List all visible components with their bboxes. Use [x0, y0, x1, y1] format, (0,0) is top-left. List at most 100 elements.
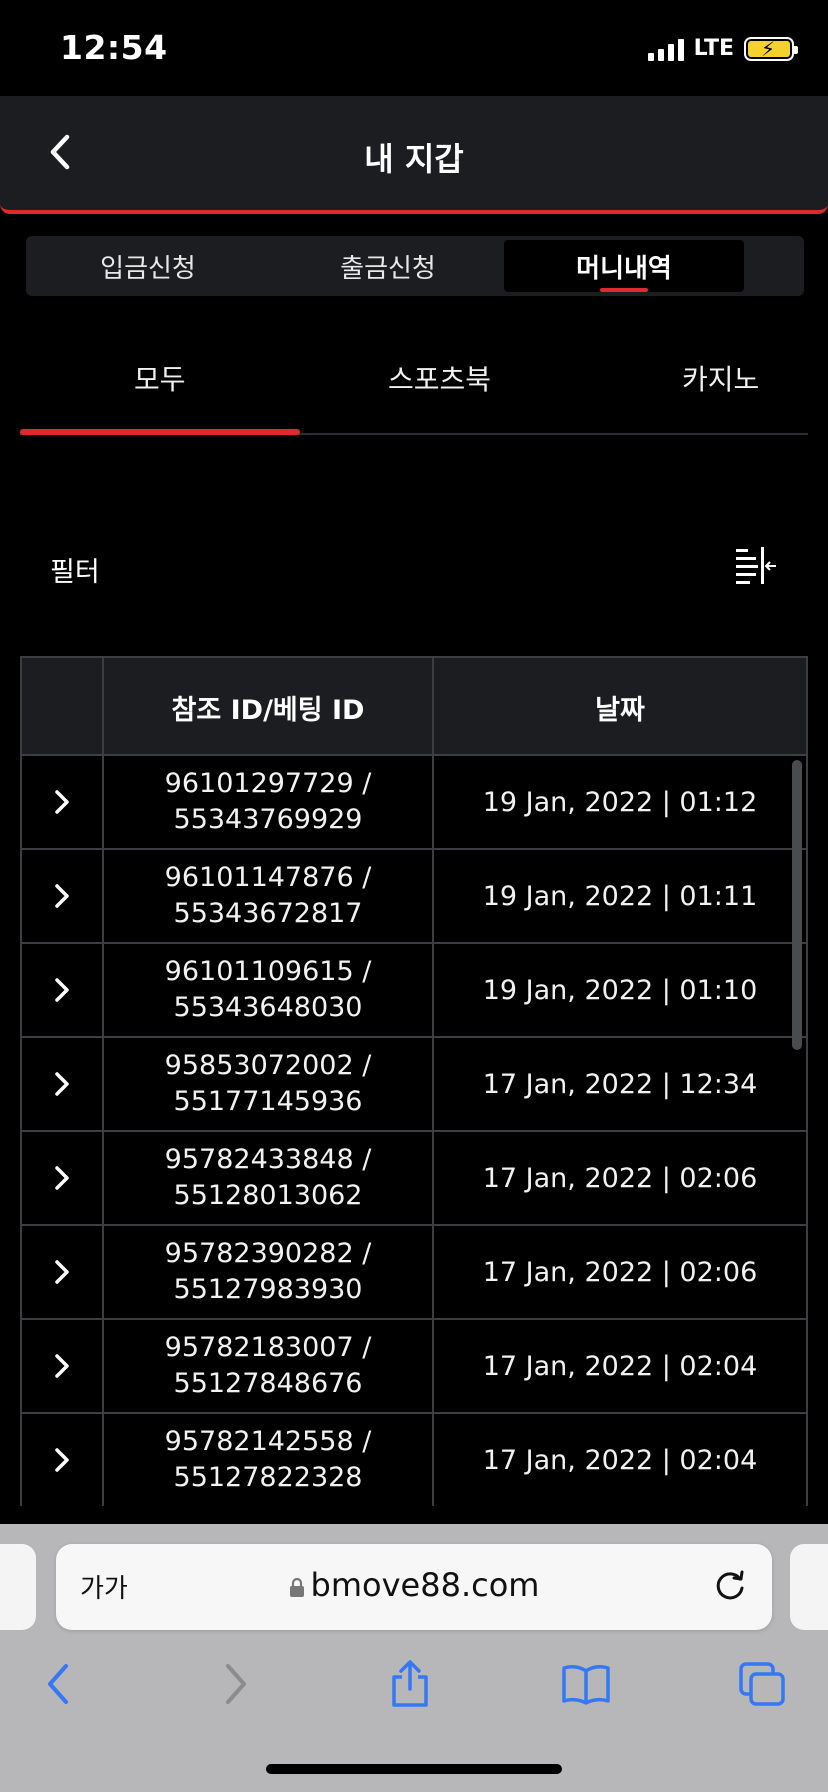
- filter-toggle-icon[interactable]: [734, 545, 778, 585]
- date-cell: 19 Jan, 2022 | 01:12: [482, 786, 758, 818]
- bookmarks-book-icon: [562, 1665, 610, 1705]
- table-row[interactable]: 95782183007 / 55127848676 17 Jan, 2022 | …: [22, 1320, 806, 1414]
- status-time: 12:54: [60, 28, 168, 67]
- previous-tab-peek[interactable]: [0, 1544, 36, 1630]
- ref-id: 95782142558 /: [164, 1426, 372, 1457]
- reload-icon[interactable]: [710, 1566, 750, 1606]
- ref-bet-id-cell: 95782142558 / 55127822328: [104, 1414, 432, 1506]
- transaction-table: 참조 ID/베팅 ID 날짜 96101297729 / 55343769929 …: [20, 656, 808, 1506]
- chevron-right-icon: [55, 1354, 69, 1378]
- ref-id: 96101147876 /: [164, 862, 372, 893]
- bet-id: 55127848676: [173, 1368, 363, 1399]
- tab-casino[interactable]: 카지노: [682, 358, 759, 398]
- expand-row-button[interactable]: [22, 1320, 102, 1412]
- table-row[interactable]: 95782433848 / 55128013062 17 Jan, 2022 | …: [22, 1132, 806, 1226]
- chevron-right-icon: [55, 1260, 69, 1284]
- page-header: 내 지갑: [0, 96, 828, 214]
- table-header: 참조 ID/베팅 ID 날짜: [22, 656, 806, 756]
- tab-money-history[interactable]: 머니내역: [504, 240, 744, 292]
- address-bar[interactable]: 가가 bmove88.com: [56, 1544, 772, 1630]
- table-row[interactable]: 95782390282 / 55127983930 17 Jan, 2022 | …: [22, 1226, 806, 1320]
- ref-bet-id-cell: 95782183007 / 55127848676: [104, 1320, 432, 1412]
- ref-id: 95782390282 /: [164, 1238, 372, 1269]
- url-display[interactable]: bmove88.com: [56, 1566, 772, 1604]
- ref-bet-id-cell: 95782390282 / 55127983930: [104, 1226, 432, 1318]
- browser-forward-button[interactable]: [206, 1654, 266, 1714]
- bet-id: 55343672817: [173, 898, 363, 929]
- date-cell: 17 Jan, 2022 | 02:06: [482, 1256, 758, 1288]
- expand-row-button[interactable]: [22, 944, 102, 1036]
- tabs-icon: [739, 1662, 785, 1706]
- chevron-right-icon: [55, 790, 69, 814]
- tabs-button[interactable]: [732, 1654, 792, 1714]
- date-cell: 19 Jan, 2022 | 01:11: [482, 880, 758, 912]
- expand-row-button[interactable]: [22, 1038, 102, 1130]
- expand-row-button[interactable]: [22, 1414, 102, 1506]
- share-button[interactable]: [380, 1654, 440, 1714]
- cellular-signal-icon: [647, 37, 684, 61]
- active-tab-underline: [600, 288, 648, 292]
- date-cell: 17 Jan, 2022 | 02:04: [482, 1350, 758, 1382]
- chevron-left-icon: [48, 1664, 68, 1704]
- column-header-expand: [22, 658, 102, 756]
- ref-bet-id-cell: 95782433848 / 55128013062: [104, 1132, 432, 1224]
- browser-toolbar: 가가 bmove88.com: [0, 1524, 828, 1792]
- bet-id: 55127822328: [173, 1462, 363, 1493]
- expand-row-button[interactable]: [22, 1132, 102, 1224]
- ref-bet-id-cell: 95853072002 / 55177145936: [104, 1038, 432, 1130]
- bet-id: 55343769929: [173, 804, 363, 835]
- column-header-date: 날짜: [595, 694, 645, 726]
- ref-id: 96101109615 /: [164, 956, 372, 987]
- chevron-right-icon: [55, 1072, 69, 1096]
- browser-back-button[interactable]: [28, 1654, 88, 1714]
- tab-withdraw-request[interactable]: 출금신청: [270, 240, 506, 292]
- lock-icon: [289, 1577, 304, 1597]
- chevron-right-icon: [226, 1664, 246, 1704]
- ref-id: 96101297729 /: [164, 768, 372, 799]
- battery-charging-icon: ⚡: [744, 36, 798, 61]
- expand-row-button[interactable]: [22, 1226, 102, 1318]
- chevron-right-icon: [55, 1166, 69, 1190]
- tab-all[interactable]: 모두: [134, 358, 186, 398]
- status-bar: 12:54 LTE ⚡: [0, 0, 828, 96]
- ref-id: 95782433848 /: [164, 1144, 372, 1175]
- table-row[interactable]: 95782142558 / 55127822328 17 Jan, 2022 | …: [22, 1414, 806, 1506]
- chevron-right-icon: [55, 884, 69, 908]
- column-header-ref-id: 참조 ID/베팅 ID: [171, 694, 365, 726]
- table-row[interactable]: 95853072002 / 55177145936 17 Jan, 2022 | …: [22, 1038, 806, 1132]
- status-indicators: LTE ⚡: [647, 36, 798, 61]
- active-category-indicator: [20, 429, 300, 435]
- expand-row-button[interactable]: [22, 850, 102, 942]
- url-text: bmove88.com: [310, 1566, 540, 1604]
- ref-id: 95853072002 /: [164, 1050, 372, 1081]
- date-cell: 17 Jan, 2022 | 02:06: [482, 1162, 758, 1194]
- date-cell: 19 Jan, 2022 | 01:10: [482, 974, 758, 1006]
- date-cell: 17 Jan, 2022 | 02:04: [482, 1444, 758, 1476]
- bet-id: 55127983930: [173, 1274, 363, 1305]
- expand-row-button[interactable]: [22, 756, 102, 848]
- next-tab-peek[interactable]: [790, 1544, 828, 1630]
- wallet-segment-tabs: 입금신청 출금신청 머니내역: [26, 236, 804, 296]
- bet-id: 55128013062: [173, 1180, 363, 1211]
- ref-bet-id-cell: 96101297729 / 55343769929: [104, 756, 432, 848]
- chevron-right-icon: [55, 978, 69, 1002]
- ref-bet-id-cell: 96101147876 / 55343672817: [104, 850, 432, 942]
- bet-id: 55177145936: [173, 1086, 363, 1117]
- network-type: LTE: [693, 36, 734, 61]
- chevron-right-icon: [55, 1448, 69, 1472]
- home-indicator: [266, 1764, 562, 1774]
- date-cell: 17 Jan, 2022 | 12:34: [482, 1068, 758, 1100]
- bookmarks-button[interactable]: [556, 1654, 616, 1714]
- tab-money-history-label: 머니내역: [576, 253, 672, 284]
- table-row[interactable]: 96101297729 / 55343769929 19 Jan, 2022 | …: [22, 756, 806, 850]
- tab-sportsbook[interactable]: 스포츠북: [388, 358, 491, 398]
- page-title: 내 지갑: [364, 140, 464, 178]
- category-tabs: 모두 스포츠북 카지노: [20, 340, 808, 435]
- ref-bet-id-cell: 96101109615 / 55343648030: [104, 944, 432, 1036]
- table-row[interactable]: 96101109615 / 55343648030 19 Jan, 2022 | …: [22, 944, 806, 1038]
- share-icon: [392, 1660, 428, 1707]
- ref-id: 95782183007 /: [164, 1332, 372, 1363]
- table-row[interactable]: 96101147876 / 55343672817 19 Jan, 2022 | …: [22, 850, 806, 944]
- table-scrollbar[interactable]: [792, 760, 802, 1050]
- tab-deposit-request[interactable]: 입금신청: [30, 240, 266, 292]
